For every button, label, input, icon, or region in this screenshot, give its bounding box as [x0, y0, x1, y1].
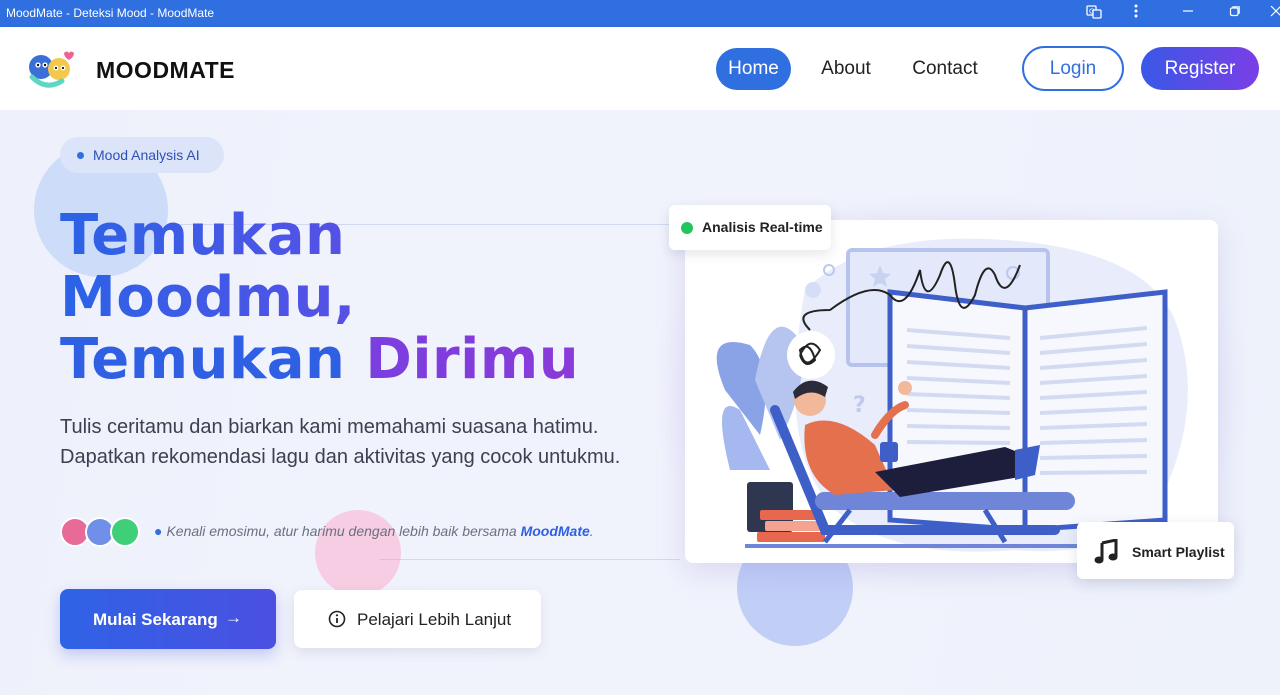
- nav-contact-link[interactable]: Contact: [903, 48, 987, 90]
- reading-person-illustration: ?: [716, 238, 1188, 552]
- arrow-right-icon: →: [225, 608, 242, 627]
- avatar-stack: [60, 517, 144, 547]
- mood-analysis-badge: Mood Analysis AI: [60, 137, 224, 173]
- badge-label: Mood Analysis AI: [93, 147, 200, 163]
- live-status-dot-icon: [681, 222, 693, 234]
- restore-icon[interactable]: [1225, 4, 1245, 22]
- navbar: MOODMATE Home About Contact Login Regist…: [0, 27, 1280, 110]
- learn-more-button[interactable]: Pelajari Lebih Lanjut: [294, 590, 541, 648]
- brand-name[interactable]: MOODMATE: [96, 57, 235, 84]
- smart-playlist-badge: Smart Playlist: [1077, 522, 1234, 579]
- tagline-text: Kenali emosimu, atur harimu dengan lebih…: [166, 523, 517, 539]
- register-button[interactable]: Register: [1141, 47, 1259, 90]
- chat-bubble-icon: ●: [154, 523, 163, 539]
- headline-line-3-end: Dirimu: [365, 327, 580, 392]
- learn-more-label: Pelajari Lebih Lanjut: [357, 610, 512, 629]
- hero-description: Tulis ceritamu dan biarkan kami memahami…: [60, 416, 621, 468]
- window-title: MoodMate - Deteksi Mood - MoodMate: [6, 6, 215, 20]
- translate-icon[interactable]: G: [1084, 4, 1104, 22]
- headline-line-2: Moodmu,: [60, 267, 579, 329]
- headline-line-3: Temukan Dirimu: [60, 329, 579, 391]
- decorative-line: [380, 559, 680, 560]
- login-button[interactable]: Login: [1022, 46, 1124, 91]
- svg-text:?: ?: [853, 393, 866, 418]
- start-now-button[interactable]: Mulai Sekarang →: [60, 589, 276, 649]
- headline-line-1: Temukan: [60, 205, 579, 267]
- hero-illustration-card: ?: [685, 220, 1218, 563]
- info-icon: [328, 610, 346, 628]
- avatar: [110, 517, 140, 547]
- tagline-brand: MoodMate: [520, 523, 590, 539]
- hero-tagline: ● Kenali emosimu, atur harimu dengan lebi…: [154, 523, 594, 539]
- hero-section: Mood Analysis AI Temukan Moodmu, Temukan…: [0, 110, 1280, 695]
- realtime-analysis-badge: Analisis Real-time: [669, 205, 831, 250]
- badge-dot-icon: [77, 152, 84, 159]
- tagline-period: .: [589, 523, 594, 539]
- realtime-analysis-label: Analisis Real-time: [702, 219, 823, 235]
- nav-about-link[interactable]: About: [810, 48, 882, 90]
- hero-headline: Temukan Moodmu, Temukan Dirimu: [60, 205, 579, 391]
- smart-playlist-label: Smart Playlist: [1132, 544, 1225, 560]
- window-title-bar: MoodMate - Deteksi Mood - MoodMate G: [0, 0, 1280, 27]
- start-now-label: Mulai Sekarang: [93, 610, 218, 629]
- headline-line-3-start: Temukan: [60, 327, 346, 392]
- minimize-icon[interactable]: [1178, 4, 1198, 22]
- close-icon[interactable]: [1266, 4, 1280, 22]
- nav-home-link[interactable]: Home: [716, 48, 791, 90]
- moodmate-logo-icon[interactable]: [26, 47, 76, 91]
- more-icon[interactable]: [1126, 4, 1146, 22]
- music-note-icon: [1093, 538, 1119, 565]
